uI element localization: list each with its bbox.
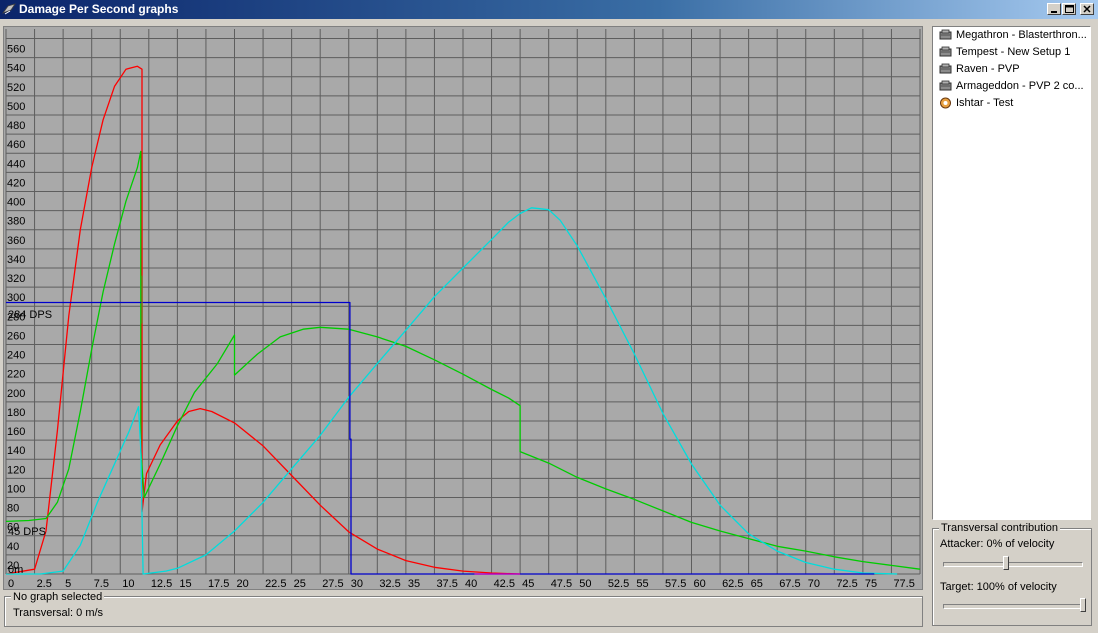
close-button[interactable] xyxy=(1080,3,1094,15)
y-tick-label: 140 xyxy=(7,445,25,457)
ship-list-item-label: Ishtar - Test xyxy=(956,97,1014,109)
target-velocity-label: Target: 100% of velocity xyxy=(940,581,1057,593)
x-tick-label: 32.5 xyxy=(379,578,400,589)
x-tick-label: 10 xyxy=(122,578,134,589)
attacker-velocity-label: Attacker: 0% of velocity xyxy=(940,538,1055,550)
drone-icon xyxy=(940,97,951,109)
attacker-velocity-slider[interactable] xyxy=(940,554,1086,574)
x-tick-label: 52.5 xyxy=(608,578,629,589)
y-tick-label: 400 xyxy=(7,197,25,209)
app-icon xyxy=(2,3,16,15)
y-tick-label: 100 xyxy=(7,483,25,495)
x-tick-label: 75 xyxy=(865,578,877,589)
x-tick-label: 65 xyxy=(751,578,763,589)
y-tick-label: 40 xyxy=(7,541,19,553)
x-tick-label: 42.5 xyxy=(494,578,515,589)
x-tick-label: 62.5 xyxy=(722,578,743,589)
dps-annotation-45: 45 DPS xyxy=(8,526,46,538)
x-tick-label: 17.5 xyxy=(208,578,229,589)
ship-list-item-label: Tempest - New Setup 1 xyxy=(956,46,1071,58)
y-tick-label: 160 xyxy=(7,426,25,438)
x-tick-label: 35 xyxy=(408,578,420,589)
selection-status: No graph selected xyxy=(11,591,105,603)
x-tick-label: 70 xyxy=(808,578,820,589)
maximize-icon xyxy=(1065,5,1074,13)
y-tick-label: 540 xyxy=(7,63,25,75)
x-tick-label: 47.5 xyxy=(551,578,572,589)
x-tick-label: 22.5 xyxy=(265,578,286,589)
y-tick-label: 340 xyxy=(7,254,25,266)
y-tick-label: 500 xyxy=(7,101,25,113)
ship-list-item[interactable]: Armageddon - PVP 2 co... xyxy=(933,78,1090,95)
y-tick-label: 320 xyxy=(7,273,25,285)
y-tick-label: 440 xyxy=(7,158,25,170)
y-tick-label: 420 xyxy=(7,177,25,189)
status-panel: No graph selected Transversal: 0 m/s xyxy=(4,591,923,627)
x-tick-label: 60 xyxy=(694,578,706,589)
x-tick-label: 7.5 xyxy=(94,578,109,589)
dps-graph-panel[interactable]: 0 2.5 5 7.5 10 12.5 15 17.5 20 22.5 25 27.5 30 32.5 35… xyxy=(3,26,923,590)
minimize-button[interactable] xyxy=(1047,3,1061,15)
y-tick-label: 120 xyxy=(7,464,25,476)
ship-icon xyxy=(939,29,952,40)
x-tick-label: 77.5 xyxy=(893,578,914,589)
y-tick-label: 200 xyxy=(7,388,25,400)
transversal-status: Transversal: 0 m/s xyxy=(13,607,104,619)
x-tick-label: 72.5 xyxy=(836,578,857,589)
x-tick-label: 2.5 xyxy=(37,578,52,589)
x-tick-label: 5 xyxy=(65,578,71,589)
dps-chart[interactable]: 0 2.5 5 7.5 10 12.5 15 17.5 20 22.5 25 27.5 30 32.5 35… xyxy=(4,27,922,589)
y-tick-label: 180 xyxy=(7,407,25,419)
x-tick-label: 50 xyxy=(579,578,591,589)
y-tick-label: 360 xyxy=(7,235,25,247)
transversal-contribution-group: Transversal contribution Attacker: 0% of… xyxy=(932,522,1092,626)
y-tick-label: 80 xyxy=(7,503,19,515)
attacker-slider-thumb[interactable] xyxy=(1003,556,1009,570)
origin-label: 0m xyxy=(8,564,23,576)
x-tick-label: 37.5 xyxy=(436,578,457,589)
x-tick-label: 67.5 xyxy=(779,578,800,589)
close-icon xyxy=(1083,5,1091,13)
x-tick-label: 57.5 xyxy=(665,578,686,589)
ship-list-item[interactable]: Raven - PVP xyxy=(933,61,1090,78)
x-tick-label: 12.5 xyxy=(151,578,172,589)
x-tick-label: 25 xyxy=(294,578,306,589)
title-bar[interactable]: Damage Per Second graphs xyxy=(0,0,1098,19)
x-tick-label: 40 xyxy=(465,578,477,589)
ship-list-item[interactable]: Tempest - New Setup 1 xyxy=(933,44,1090,61)
x-tick-label: 27.5 xyxy=(322,578,343,589)
y-tick-label: 240 xyxy=(7,350,25,362)
ship-list-item[interactable]: Megathron - Blasterthron... xyxy=(933,27,1090,44)
x-tick-label: 0 xyxy=(8,578,14,589)
ship-list-item-label: Megathron - Blasterthron... xyxy=(956,29,1087,41)
x-tick-label: 15 xyxy=(179,578,191,589)
target-slider-thumb[interactable] xyxy=(1080,598,1086,612)
x-tick-label: 30 xyxy=(351,578,363,589)
y-tick-label: 260 xyxy=(7,330,25,342)
y-tick-label: 460 xyxy=(7,139,25,151)
x-tick-label: 55 xyxy=(636,578,648,589)
x-tick-label: 20 xyxy=(237,578,249,589)
ship-icon xyxy=(939,63,952,74)
target-velocity-slider[interactable] xyxy=(940,596,1086,616)
y-tick-label: 560 xyxy=(7,44,25,56)
y-tick-label: 520 xyxy=(7,82,25,94)
ship-list[interactable]: Megathron - Blasterthron... Tempest - New… xyxy=(932,26,1091,520)
ship-icon xyxy=(939,80,952,91)
maximize-button[interactable] xyxy=(1062,3,1076,15)
y-tick-label: 380 xyxy=(7,216,25,228)
ship-list-item[interactable]: Ishtar - Test xyxy=(933,95,1090,112)
minimize-icon xyxy=(1051,11,1057,13)
ship-list-item-label: Armageddon - PVP 2 co... xyxy=(956,80,1084,92)
window-title: Damage Per Second graphs xyxy=(19,2,179,16)
ship-list-item-label: Raven - PVP xyxy=(956,63,1020,75)
x-tick-label: 45 xyxy=(522,578,534,589)
dps-annotation-284: 284 DPS xyxy=(8,309,52,321)
y-tick-label: 220 xyxy=(7,369,25,381)
transversal-group-label: Transversal contribution xyxy=(939,522,1060,534)
ship-icon xyxy=(939,46,952,57)
y-tick-label: 480 xyxy=(7,120,25,132)
